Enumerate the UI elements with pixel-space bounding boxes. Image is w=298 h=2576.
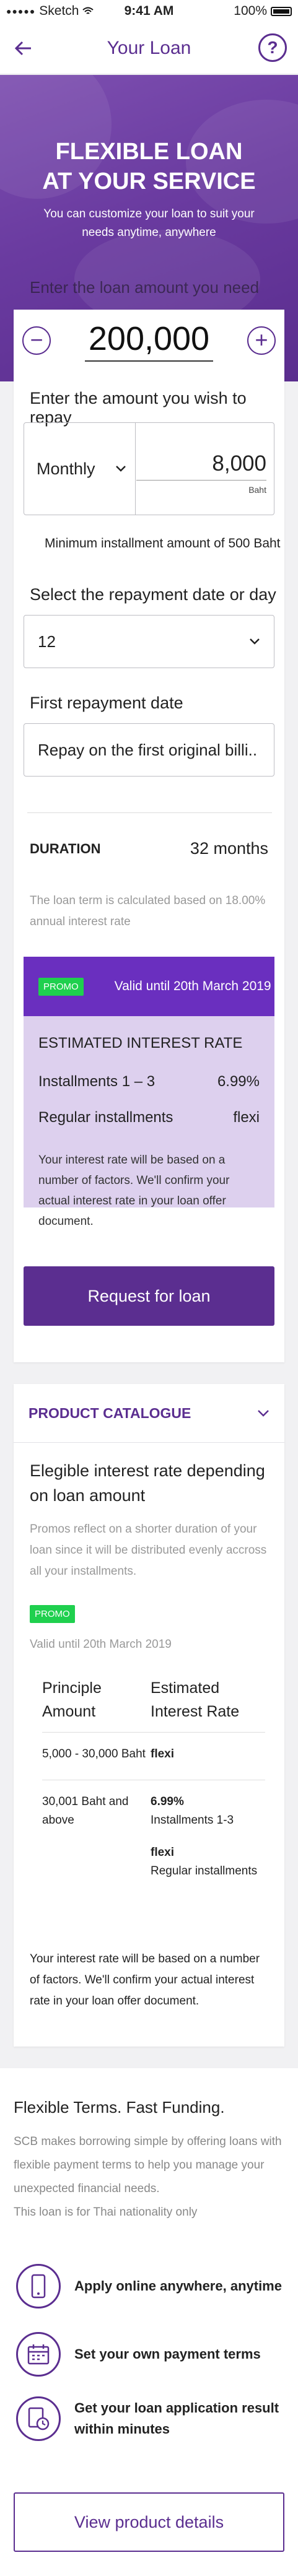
loan-form-card: − 200,000 + Enter the amount you wish to…: [14, 310, 284, 1362]
nav-bar: Your Loan ?: [0, 22, 298, 74]
repayment-date-select[interactable]: 12: [24, 615, 274, 668]
increase-amount-button[interactable]: +: [247, 326, 276, 355]
flexible-description: SCB makes borrowing simple by offering l…: [14, 2130, 286, 2224]
arrow-left-icon: [15, 41, 31, 56]
flexible-description-text: SCB makes borrowing simple by offering l…: [14, 2135, 282, 2195]
loan-amount-input[interactable]: 200,000: [84, 320, 214, 362]
nationality-note: This loan is for Thai nationality only: [14, 2206, 198, 2219]
promo-badge: PROMO: [30, 1605, 75, 1623]
phone-icon: [16, 2264, 61, 2308]
first-repayment-field[interactable]: Repay on the first original billi..: [24, 723, 274, 777]
repayment-date-value: 12: [38, 632, 56, 651]
duration-label: DURATION: [30, 840, 101, 856]
page-title: Your Loan: [107, 37, 191, 58]
catalogue-footer: Your interest rate will be based on a nu…: [30, 1952, 260, 2008]
rate-sub: Installments 1-3: [151, 1814, 234, 1827]
promo-badge: PROMO: [38, 977, 84, 996]
chevron-down-icon: [250, 638, 260, 645]
rate-value: flexi: [151, 1747, 175, 1760]
repayment-date-label: Select the repayment date or day: [30, 585, 276, 604]
request-loan-button[interactable]: Request for loan: [24, 1266, 274, 1326]
promo-body: ESTIMATED INTEREST RATE Installments 1 –…: [24, 1035, 274, 1232]
feature-item: Apply online anywhere, anytime: [16, 2264, 283, 2308]
feature-text: Get your loan application result within …: [74, 2400, 279, 2437]
minimum-installment-note: Minimum installment amount of 500 Baht: [45, 536, 281, 550]
promo-header: PROMO Valid until 20th March 2019: [24, 957, 274, 1016]
wifi-icon: [82, 7, 94, 14]
rate-row: Installments 1 – 3 6.99%: [38, 1073, 260, 1090]
catalogue-heading: Elegible interest rate depending on loan…: [30, 1461, 265, 1505]
promo-panel: PROMO Valid until 20th March 2019 ESTIMA…: [24, 957, 274, 1228]
interest-rate-cell: flexi: [151, 1732, 265, 1780]
feature-item: Get your loan application result within …: [16, 2396, 283, 2441]
catalogue-promo-badge: PROMO: [30, 1605, 75, 1623]
catalogue-description: Promos reflect on a shorter duration of …: [30, 1523, 267, 1578]
repay-frequency-select[interactable]: Monthly: [24, 423, 136, 515]
rate-value: 6.99%: [151, 1795, 184, 1808]
table-header-row: Principle Amount Estimated Interest Rate: [42, 1676, 265, 1733]
duration-value: 32 months: [190, 839, 268, 858]
promo-description: Your interest rate will be based on a nu…: [38, 1154, 230, 1228]
loan-amount-stepper: − 200,000 +: [14, 310, 284, 372]
battery-icon: [271, 6, 292, 16]
rate-value: flexi: [151, 1846, 175, 1859]
principle-amount-cell: 5,000 - 30,000 Baht: [42, 1732, 151, 1780]
hero-subtitle: You can customize your loan to suit your…: [43, 207, 255, 239]
flexible-title: Flexible Terms. Fast Funding.: [14, 2098, 225, 2117]
loan-page: ●●●●● Sketch 9:41 AM 100% Your Loan ? FL…: [0, 0, 298, 2576]
repay-amount-value: 8,000: [136, 451, 266, 481]
promo-valid-until: Valid until 20th March 2019: [114, 979, 271, 993]
first-repayment-value: Repay on the first original billi..: [38, 740, 258, 759]
product-catalogue-card: PRODUCT CATALOGUE Elegible interest rate…: [14, 1384, 284, 2047]
decrease-amount-button[interactable]: −: [22, 326, 51, 355]
repay-amount-unit: Baht: [248, 485, 266, 495]
column-header: Estimated Interest Rate: [151, 1676, 265, 1733]
view-product-details-button[interactable]: View product details: [14, 2492, 284, 2552]
help-button[interactable]: ?: [258, 33, 287, 62]
hero-headline: FLEXIBLE LOAN AT YOUR SERVICE: [0, 137, 298, 196]
catalogue-header[interactable]: PRODUCT CATALOGUE: [14, 1384, 284, 1443]
catalogue-title: PRODUCT CATALOGUE: [28, 1404, 191, 1421]
catalogue-valid-until: Valid until 20th March 2019: [30, 1638, 172, 1651]
table-row: 5,000 - 30,000 Baht flexi: [42, 1732, 265, 1780]
hero-headline-line-1: FLEXIBLE LOAN: [55, 139, 243, 165]
rate-value: 6.99%: [217, 1073, 260, 1090]
interest-rate-cell: 6.99% Installments 1-3 flexi Regular ins…: [151, 1780, 265, 1897]
divider: [27, 812, 272, 813]
estimated-rate-title: ESTIMATED INTEREST RATE: [38, 1035, 243, 1051]
carrier-label: Sketch: [39, 4, 79, 18]
signal-icon: ●●●●●: [6, 6, 36, 16]
calendar-icon: [16, 2332, 61, 2377]
repay-amount-label: Enter the amount you wish to repay: [30, 389, 247, 427]
repay-amount-group: Monthly 8,000 Baht: [24, 422, 274, 515]
clock-document-icon: [16, 2396, 61, 2441]
repay-amount-field[interactable]: 8,000 Baht: [136, 423, 274, 515]
back-button[interactable]: [10, 35, 37, 62]
battery-percent: 100%: [234, 4, 267, 18]
hero-headline-line-2: AT YOUR SERVICE: [42, 168, 256, 194]
feature-item: Set your own payment terms: [16, 2332, 283, 2377]
rate-row: Regular installments flexi: [38, 1109, 260, 1126]
chevron-down-icon: [115, 466, 126, 472]
feature-text: Apply online anywhere, anytime: [74, 2278, 282, 2294]
principle-amount-cell: 30,001 Baht and above: [42, 1795, 129, 1827]
repay-frequency-value: Monthly: [37, 459, 95, 478]
flexible-terms-section: Flexible Terms. Fast Funding. SCB makes …: [0, 2068, 298, 2576]
rate-sub: Regular installments: [151, 1865, 258, 1878]
duration-note: The loan term is calculated based on 18.…: [30, 894, 266, 928]
rate-label: Regular installments: [38, 1109, 173, 1126]
table-row: 30,001 Baht and above 6.99% Installments…: [42, 1780, 265, 1897]
feature-text: Set your own payment terms: [74, 2346, 261, 2362]
status-bar: ●●●●● Sketch 9:41 AM 100%: [0, 0, 298, 22]
first-repayment-label: First repayment date: [30, 694, 183, 712]
interest-rate-table: Principle Amount Estimated Interest Rate…: [42, 1676, 265, 1897]
duration-row: DURATION 32 months: [30, 839, 268, 858]
rate-value: flexi: [233, 1109, 260, 1126]
loan-amount-label: Enter the loan amount you need: [30, 278, 260, 297]
chevron-down-icon: [258, 1410, 269, 1417]
rate-label: Installments 1 – 3: [38, 1073, 156, 1090]
column-header: Principle Amount: [42, 1676, 151, 1733]
